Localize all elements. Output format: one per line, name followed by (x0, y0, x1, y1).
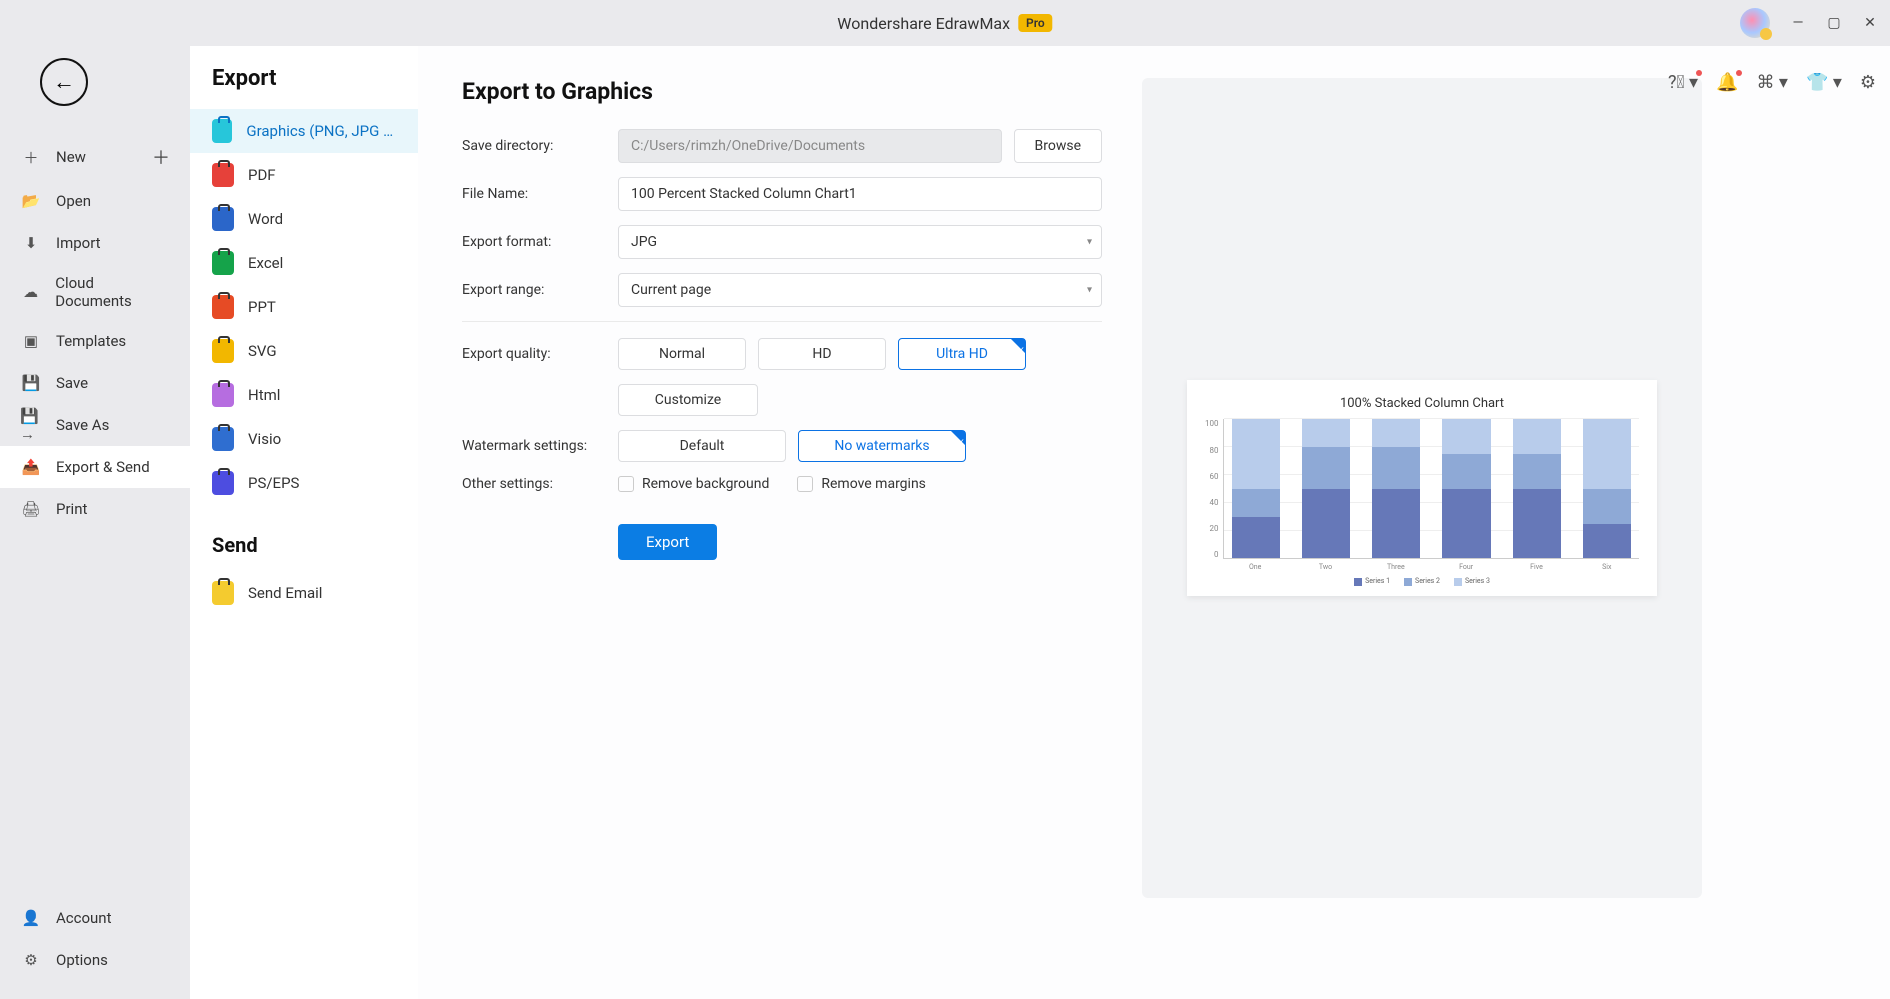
shirt-icon[interactable]: 👕 ▾ (1806, 72, 1842, 93)
nav-sidebar: ← ＋New＋📂Open⬇Import☁Cloud Documents▣Temp… (0, 46, 190, 999)
chart-preview: 100% Stacked Column Chart 100806040200 O… (1187, 380, 1657, 595)
nav-item-import[interactable]: ⬇Import (0, 222, 190, 264)
import-icon: ⬇ (20, 232, 42, 254)
other-label: Other settings: (462, 476, 618, 492)
remove-bg-checkbox[interactable]: Remove background (618, 476, 769, 492)
nav-item-save-as[interactable]: 💾→Save As (0, 404, 190, 446)
nav-item-save[interactable]: 💾Save (0, 362, 190, 404)
nav-item-options[interactable]: ⚙Options (0, 939, 190, 981)
filename-input[interactable] (618, 177, 1102, 211)
format-item-ppt[interactable]: PPT (190, 285, 418, 329)
email-icon (212, 581, 234, 605)
word-icon (212, 207, 234, 231)
format-item-ps[interactable]: PS/EPS (190, 461, 418, 505)
plus-icon[interactable]: ＋ (152, 144, 170, 170)
templates-icon: ▣ (20, 330, 42, 352)
svg-icon (212, 339, 234, 363)
format-item-excel[interactable]: Excel (190, 241, 418, 285)
quality-option-hd[interactable]: HD (758, 338, 886, 370)
add-icon: ＋ (20, 146, 42, 168)
quality-option-normal[interactable]: Normal (618, 338, 746, 370)
format-item-visio[interactable]: Visio (190, 417, 418, 461)
visio-icon (212, 427, 234, 451)
format-item-word[interactable]: Word (190, 197, 418, 241)
filename-label: File Name: (462, 186, 618, 202)
chart-title: 100% Stacked Column Chart (1205, 396, 1639, 411)
account-icon: 👤 (20, 907, 42, 929)
settings-icon[interactable]: ⚙ (1860, 72, 1876, 93)
maximize-button[interactable]: ▢ (1826, 15, 1842, 31)
preview-panel: 100% Stacked Column Chart 100806040200 O… (1142, 78, 1702, 898)
format-item-html[interactable]: Html (190, 373, 418, 417)
watermark-option-default[interactable]: Default (618, 430, 786, 462)
saveas-icon: 💾→ (20, 414, 42, 436)
bell-icon[interactable]: 🔔 (1716, 72, 1738, 93)
nav-item-new[interactable]: ＋New＋ (0, 134, 190, 180)
back-button[interactable]: ← (40, 58, 88, 106)
folder-icon: 📂 (20, 190, 42, 212)
export-format-list: Export Graphics (PNG, JPG et...PDFWordEx… (190, 46, 418, 999)
format-item-svg[interactable]: SVG (190, 329, 418, 373)
watermark-label: Watermark settings: (462, 438, 618, 454)
options-icon: ⚙ (20, 949, 42, 971)
nav-item-open[interactable]: 📂Open (0, 180, 190, 222)
cloud-icon: ☁ (20, 281, 41, 303)
range-label: Export range: (462, 282, 618, 298)
format-label: Export format: (462, 234, 618, 250)
quality-option-ultra-hd[interactable]: Ultra HD (898, 338, 1026, 370)
format-item-graphics[interactable]: Graphics (PNG, JPG et... (190, 109, 418, 153)
html-icon (212, 383, 234, 407)
pdf-icon (212, 163, 234, 187)
export-button[interactable]: Export (618, 524, 717, 560)
export-heading: Export (190, 66, 418, 109)
save-dir-label: Save directory: (462, 138, 618, 154)
remove-margins-checkbox[interactable]: Remove margins (797, 476, 926, 492)
format-select[interactable] (618, 225, 1102, 259)
graphics-icon (212, 119, 232, 143)
customize-button[interactable]: Customize (618, 384, 758, 416)
nav-item-export-send[interactable]: 📤Export & Send (0, 446, 190, 488)
send-heading: Send (190, 505, 418, 571)
nav-item-print[interactable]: 🖨Print (0, 488, 190, 530)
grid-icon[interactable]: ⌘ ▾ (1756, 72, 1788, 93)
print-icon: 🖨 (20, 498, 42, 520)
page-title: Export to Graphics (462, 78, 1102, 105)
nav-item-cloud-documents[interactable]: ☁Cloud Documents (0, 264, 190, 320)
send-item-email[interactable]: Send Email (190, 571, 418, 615)
minimize-button[interactable]: — (1790, 15, 1806, 31)
save-dir-input (618, 129, 1002, 163)
quality-label: Export quality: (462, 346, 618, 362)
watermark-option-no-watermarks[interactable]: No watermarks (798, 430, 966, 462)
browse-button[interactable]: Browse (1014, 129, 1102, 163)
ppt-icon (212, 295, 234, 319)
toolbar-right: ?⃝ ▾ 🔔 ⌘ ▾ 👕 ▾ ⚙ (1668, 72, 1876, 93)
nav-item-templates[interactable]: ▣Templates (0, 320, 190, 362)
app-name: Wondershare EdrawMax (837, 14, 1010, 33)
pro-badge: Pro (1018, 14, 1053, 32)
export-icon: 📤 (20, 456, 42, 478)
avatar[interactable] (1740, 8, 1770, 38)
range-select[interactable] (618, 273, 1102, 307)
close-button[interactable]: ✕ (1862, 15, 1878, 31)
content-pane: Export to Graphics Save directory: Brows… (418, 46, 1890, 999)
ps-icon (212, 471, 234, 495)
excel-icon (212, 251, 234, 275)
nav-item-account[interactable]: 👤Account (0, 897, 190, 939)
titlebar: Wondershare EdrawMax Pro — ▢ ✕ (0, 0, 1890, 46)
save-icon: 💾 (20, 372, 42, 394)
format-item-pdf[interactable]: PDF (190, 153, 418, 197)
help-icon[interactable]: ?⃝ ▾ (1668, 72, 1698, 93)
